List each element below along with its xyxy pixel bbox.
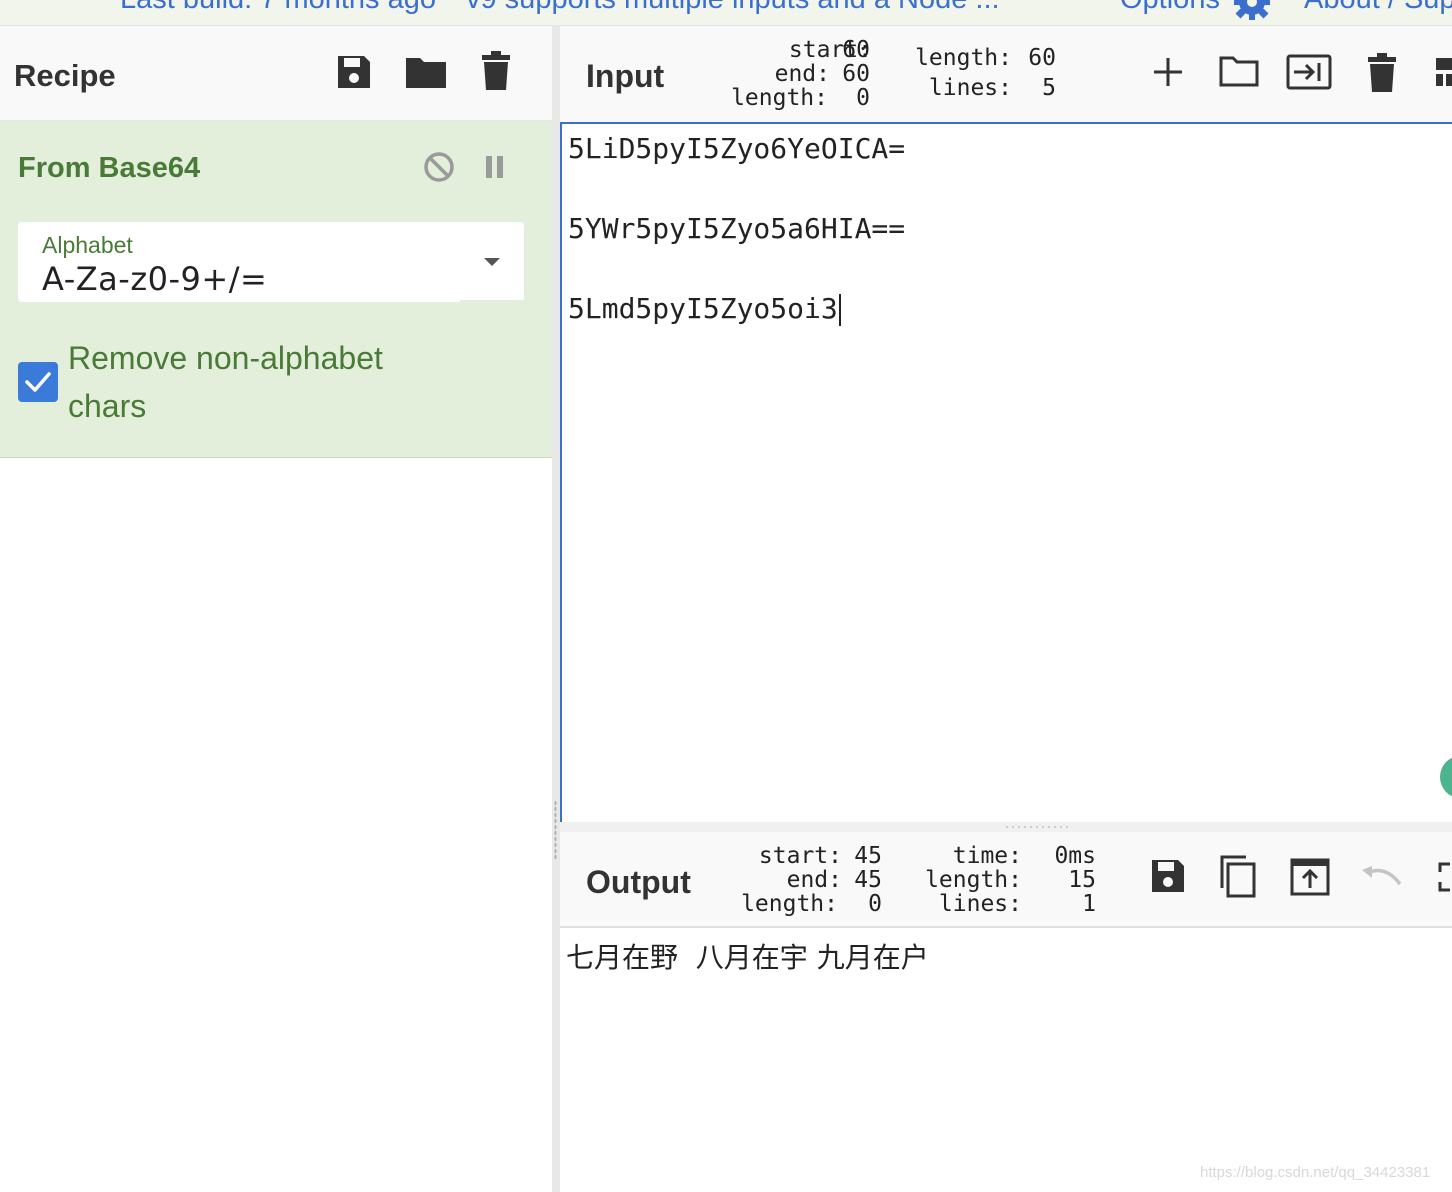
clear-recipe-icon[interactable] bbox=[480, 50, 512, 92]
output-lines-value: 1 bbox=[1082, 891, 1096, 917]
load-recipe-icon[interactable] bbox=[404, 54, 448, 90]
input-start-value: 60 bbox=[842, 37, 870, 63]
replace-input-icon[interactable] bbox=[1290, 858, 1330, 896]
output-title: Output bbox=[586, 864, 691, 900]
gear-icon[interactable] bbox=[1232, 0, 1272, 22]
input-sel-length-value: 0 bbox=[856, 85, 870, 111]
input-line-3: 5YWr5pyI5Zyo5a6HIA== bbox=[568, 212, 906, 245]
recipe-header: Recipe bbox=[0, 26, 552, 122]
layout-icon[interactable] bbox=[1434, 56, 1452, 88]
pause-icon[interactable] bbox=[484, 154, 506, 180]
maximise-icon[interactable] bbox=[1438, 862, 1452, 892]
alphabet-select[interactable]: Alphabet A-Za-z0-9+/= bbox=[18, 222, 524, 302]
output-length-value: 15 bbox=[1068, 867, 1096, 893]
input-pane: Input start: 60 end: 60 length: 0 length… bbox=[560, 26, 1452, 826]
output-pane: Output start: 45 end: 45 length: 0 time:… bbox=[560, 832, 1452, 1192]
operation-from-base64[interactable]: From Base64 Alphabet A-Za-z0-9+/= Remove… bbox=[0, 122, 552, 458]
dropdown-caret-icon[interactable] bbox=[484, 258, 500, 266]
output-start-value: 45 bbox=[854, 843, 882, 869]
copy-output-icon[interactable] bbox=[1218, 854, 1258, 898]
input-length-label: length: bbox=[915, 45, 1012, 71]
output-header: Output start: 45 end: 45 length: 0 time:… bbox=[560, 832, 1452, 928]
input-lines-label: lines: bbox=[928, 75, 1012, 101]
clear-input-icon[interactable] bbox=[1366, 52, 1398, 94]
news-link[interactable]: v9 supports multiple inputs and a Node .… bbox=[466, 0, 1000, 16]
alphabet-value: A-Za-z0-9+/= bbox=[42, 260, 268, 298]
save-recipe-icon[interactable] bbox=[334, 52, 374, 92]
input-line-5: 5Lmd5pyI5Zyo5oi3 bbox=[568, 292, 841, 326]
checkmark-icon bbox=[25, 372, 51, 392]
vertical-resize-handle[interactable] bbox=[554, 800, 557, 860]
last-build-text: Last build: 7 months ago bbox=[120, 0, 436, 16]
input-line-5-text: 5Lmd5pyI5Zyo5oi3 bbox=[568, 292, 838, 325]
input-header: Input start: 60 end: 60 length: 0 length… bbox=[560, 26, 1452, 124]
recipe-title: Recipe bbox=[14, 58, 116, 93]
open-file-icon[interactable] bbox=[1286, 54, 1332, 90]
input-sel-length-label: length: bbox=[731, 85, 828, 111]
output-length-label: length: bbox=[925, 867, 1022, 893]
input-end-value: 60 bbox=[842, 61, 870, 87]
open-folder-icon[interactable] bbox=[1218, 54, 1260, 88]
output-time-value: 0ms bbox=[1054, 843, 1096, 869]
output-lines-label: lines: bbox=[938, 891, 1022, 917]
alphabet-underline bbox=[460, 300, 524, 302]
input-title: Input bbox=[586, 58, 665, 94]
top-banner: Last build: 7 months ago v9 supports mul… bbox=[0, 0, 1452, 26]
output-time-label: time: bbox=[952, 843, 1022, 869]
operation-title: From Base64 bbox=[18, 152, 201, 184]
output-start-label: start: bbox=[758, 843, 842, 869]
alphabet-label: Alphabet bbox=[42, 232, 133, 258]
input-lines-value: 5 bbox=[1042, 75, 1056, 101]
output-sel-length-label: length: bbox=[741, 891, 838, 917]
disable-operation-icon[interactable] bbox=[422, 150, 456, 184]
input-length-value: 60 bbox=[1028, 45, 1056, 71]
about-link[interactable]: About / Sup bbox=[1304, 0, 1452, 16]
text-caret bbox=[838, 294, 841, 326]
output-end-label: end: bbox=[786, 867, 842, 893]
remove-non-alphabet-checkbox[interactable] bbox=[18, 362, 58, 402]
input-line-1: 5LiD5pyI5Zyo6YeOICA= bbox=[568, 132, 906, 165]
save-output-icon[interactable] bbox=[1148, 856, 1188, 896]
remove-non-alphabet-label[interactable]: Remove non-alphabet chars bbox=[68, 334, 448, 430]
recipe-pane: Recipe From Base64 Alphabet A-Za-z0-9+/= bbox=[0, 26, 552, 1192]
input-textarea[interactable]: 5LiD5pyI5Zyo6YeOICA= 5YWr5pyI5Zyo5a6HIA=… bbox=[560, 122, 1452, 824]
undo-icon[interactable] bbox=[1360, 864, 1404, 890]
input-end-label: end: bbox=[774, 61, 830, 87]
pane-divider[interactable] bbox=[552, 26, 560, 1192]
horizontal-resize-handle[interactable] bbox=[1004, 825, 1068, 829]
output-end-value: 45 bbox=[854, 867, 882, 893]
output-text[interactable]: 七月在野 八月在宇 九月在户 bbox=[566, 936, 929, 976]
add-input-tab-icon[interactable] bbox=[1152, 56, 1184, 88]
output-sel-length-value: 0 bbox=[868, 891, 882, 917]
options-link[interactable]: Options bbox=[1120, 0, 1220, 16]
watermark: https://blog.csdn.net/qq_34423381 bbox=[1200, 1164, 1431, 1181]
